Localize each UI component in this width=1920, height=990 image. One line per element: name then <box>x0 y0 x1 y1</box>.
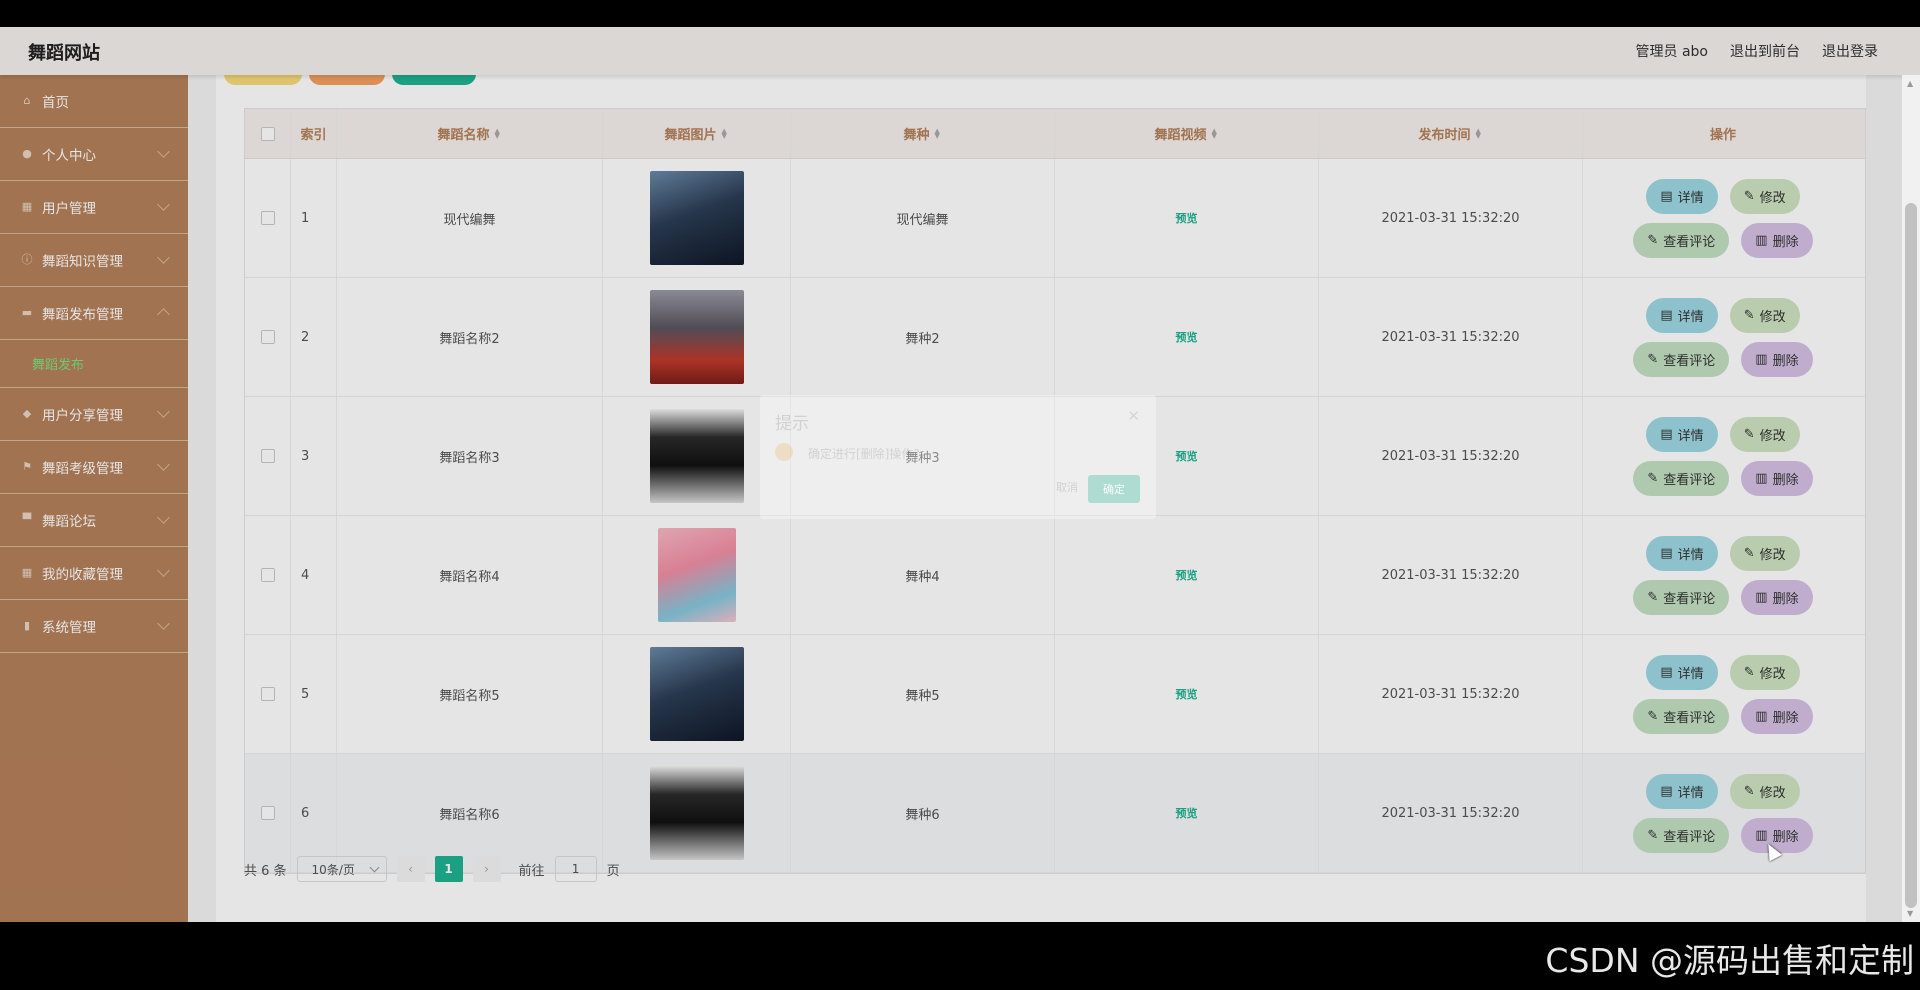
app-window: 舞蹈网站 管理员 abo 退出到前台 退出登录 ⌂ 首页 ● 个人中心 ▦ 用户管理 … <box>0 27 1920 922</box>
dialog-message: 确定进行[删除]操作? <box>808 447 920 461</box>
dialog-cancel-button[interactable]: 取消 <box>1056 479 1078 495</box>
scroll-down-icon[interactable]: ▼ <box>1907 909 1913 918</box>
warning-icon <box>775 443 793 461</box>
dialog-confirm-button[interactable]: 确定 <box>1088 475 1140 503</box>
scroll-up-icon[interactable]: ▲ <box>1907 79 1913 88</box>
scrollbar-thumb[interactable] <box>1905 203 1917 908</box>
page-scrollbar[interactable]: ▲ ▼ <box>1902 75 1920 922</box>
dialog-title: 提示 <box>775 414 809 434</box>
watermark: CSDN @源码出售和定制 <box>1545 941 1914 980</box>
close-icon[interactable]: ✕ <box>1127 407 1140 425</box>
confirm-dialog: 提示 ✕ 确定进行[删除]操作? 取消 确定 <box>760 395 1156 519</box>
